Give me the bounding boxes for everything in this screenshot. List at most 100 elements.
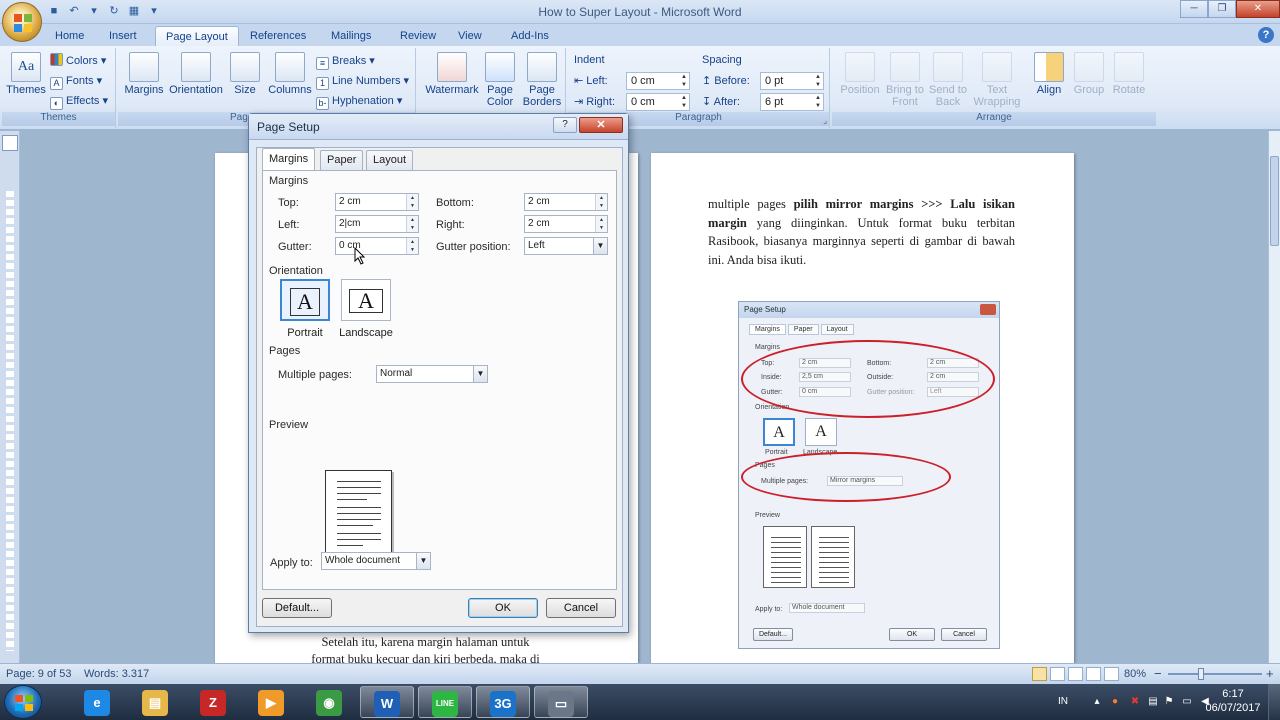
tray-expand-icon[interactable]: ▴ — [1090, 696, 1104, 708]
dialog-tab-layout[interactable]: Layout — [366, 150, 414, 170]
gutter-position-select[interactable]: Left ▼ — [524, 237, 608, 255]
effects-button[interactable]: ◐ Effects ▾ — [50, 92, 108, 110]
default-button[interactable]: Default... — [262, 598, 332, 618]
tab-page-layout[interactable]: Page Layout — [155, 26, 239, 46]
spacing-after-input[interactable]: 6 pt ▲ ▼ — [760, 93, 824, 111]
page-borders-button[interactable]: Page Borders — [522, 52, 562, 108]
tab-review[interactable]: Review — [390, 26, 446, 46]
tab-insert[interactable]: Insert — [99, 26, 147, 46]
indent-right-input[interactable]: 0 cm ▲ ▼ — [626, 93, 690, 111]
breaks-button[interactable]: ≡ Breaks ▾ — [316, 52, 375, 70]
taskbar-filezilla-button[interactable]: Z — [186, 686, 240, 718]
zoom-out-icon[interactable]: − — [1154, 666, 1162, 681]
taskbar-line-button[interactable]: LINE — [418, 686, 472, 718]
start-button[interactable] — [4, 685, 42, 719]
hyphenation-button[interactable]: b- Hyphenation ▾ — [316, 92, 402, 110]
multiple-pages-dropdown-icon[interactable]: ▼ — [473, 366, 487, 382]
spacing-before-input[interactable]: 0 pt ▲ ▼ — [760, 72, 824, 90]
send-to-back-button[interactable]: Send to Back — [926, 52, 970, 108]
avast-icon[interactable]: ● — [1108, 696, 1122, 708]
zoom-slider[interactable] — [1168, 673, 1262, 675]
apply-to-dropdown-icon[interactable]: ▼ — [416, 553, 430, 569]
ruler-toggle-button[interactable] — [2, 135, 18, 151]
align-button[interactable]: Align — [1032, 52, 1066, 96]
left-spinner-icon[interactable]: ▲ ▼ — [406, 216, 418, 232]
scrollbar-thumb[interactable] — [1270, 156, 1279, 246]
right-page-paragraph[interactable]: multiple pages pilih mirror margins >>> … — [708, 195, 1015, 269]
themes-button[interactable]: Aa Themes — [6, 52, 46, 96]
taskbar-word-button[interactable]: W — [360, 686, 414, 718]
indent-left-input[interactable]: 0 cm ▲ ▼ — [626, 72, 690, 90]
taskbar-3g-modem-button[interactable]: 3G — [476, 686, 530, 718]
zoom-level[interactable]: 80% — [1124, 668, 1146, 680]
show-desktop-button[interactable] — [1268, 684, 1280, 720]
bring-to-front-button[interactable]: Bring to Front — [882, 52, 928, 108]
portrait-label[interactable]: Portrait — [270, 327, 340, 339]
security-alert-icon[interactable]: ✖ — [1128, 696, 1142, 708]
indent-left-spinner-icon[interactable]: ▲ ▼ — [679, 73, 689, 89]
embedded-page-setup-screenshot[interactable]: Page Setup Margins Paper Layout Margins To… — [738, 301, 1000, 649]
restore-button[interactable]: ❐ — [1208, 0, 1236, 18]
taskbar-chrome-button[interactable]: ◉ — [302, 686, 356, 718]
right-margin-input[interactable]: 2 cm ▲ ▼ — [524, 215, 608, 233]
office-button[interactable] — [2, 2, 42, 42]
vertical-scrollbar[interactable] — [1268, 131, 1280, 663]
ok-button[interactable]: OK — [468, 598, 538, 618]
minimize-button[interactable]: ─ — [1180, 0, 1208, 18]
cancel-button[interactable]: Cancel — [546, 598, 616, 618]
taskbar-explorer-button[interactable]: ▤ — [128, 686, 182, 718]
page-color-button[interactable]: Page Color — [482, 52, 518, 108]
bottom-spinner-icon[interactable]: ▲ ▼ — [595, 194, 607, 210]
landscape-option[interactable]: A — [341, 279, 391, 321]
right-spinner-icon[interactable]: ▲ ▼ — [595, 216, 607, 232]
top-margin-input[interactable]: 2 cm ▲ ▼ — [335, 193, 419, 211]
dialog-close-button[interactable]: ✕ — [579, 117, 623, 133]
outline-view-icon[interactable] — [1086, 667, 1101, 681]
columns-button[interactable]: Columns — [266, 52, 314, 96]
tab-mailings[interactable]: Mailings — [321, 26, 381, 46]
landscape-label[interactable]: Landscape — [331, 327, 401, 339]
gutter-spinner-icon[interactable]: ▲ ▼ — [406, 238, 418, 254]
taskbar-ie-button[interactable]: e — [70, 686, 124, 718]
network-icon[interactable]: ▤ — [1146, 696, 1160, 708]
close-button[interactable]: ✕ — [1236, 0, 1280, 18]
zoom-slider-thumb[interactable] — [1197, 668, 1204, 680]
bottom-margin-input[interactable]: 2 cm ▲ ▼ — [524, 193, 608, 211]
indent-right-spinner-icon[interactable]: ▲ ▼ — [679, 94, 689, 110]
taskbar-media-player-button[interactable]: ▶ — [244, 686, 298, 718]
top-spinner-icon[interactable]: ▲ ▼ — [406, 194, 418, 210]
taskbar-recorder-button[interactable]: ▭ — [534, 686, 588, 718]
spacing-before-spinner-icon[interactable]: ▲ ▼ — [813, 73, 823, 89]
vertical-ruler[interactable] — [0, 131, 20, 663]
taskbar-clock[interactable]: 6:17 06/07/2017 — [1202, 687, 1264, 715]
web-layout-view-icon[interactable] — [1068, 667, 1083, 681]
page-setup-dialog[interactable]: Page Setup ? ✕ Margins Paper Layout Marg… — [248, 113, 629, 633]
margins-button[interactable]: Margins — [122, 52, 166, 96]
zoom-in-icon[interactable]: + — [1266, 666, 1274, 681]
help-icon[interactable]: ? — [1258, 27, 1274, 43]
multiple-pages-select[interactable]: Normal ▼ — [376, 365, 488, 383]
paragraph-dialog-launcher-icon[interactable]: ⌟ — [823, 116, 827, 125]
portrait-option[interactable]: A — [280, 279, 330, 321]
dialog-tab-margins[interactable]: Margins — [262, 148, 316, 170]
rotate-button[interactable]: Rotate — [1110, 52, 1148, 96]
fonts-button[interactable]: A Fonts ▾ — [50, 72, 102, 90]
tab-references[interactable]: References — [240, 26, 316, 46]
text-wrapping-button[interactable]: Text Wrapping — [968, 52, 1026, 108]
tab-view[interactable]: View — [448, 26, 492, 46]
print-layout-view-icon[interactable] — [1032, 667, 1047, 681]
tab-home[interactable]: Home — [45, 26, 94, 46]
position-button[interactable]: Position — [836, 52, 884, 96]
line-numbers-button[interactable]: 1 Line Numbers ▾ — [316, 72, 409, 90]
page-count-status[interactable]: Page: 9 of 53 — [6, 668, 71, 680]
gutter-input[interactable]: 0 cm ▲ ▼ — [335, 237, 419, 255]
dialog-tab-paper[interactable]: Paper — [320, 150, 364, 170]
tab-add-ins[interactable]: Add-Ins — [501, 26, 559, 46]
spacing-after-spinner-icon[interactable]: ▲ ▼ — [813, 94, 823, 110]
flag-icon[interactable]: ⚑ — [1162, 696, 1176, 708]
display-icon[interactable]: ▭ — [1180, 696, 1194, 708]
left-page-paragraph[interactable]: Setelah itu, karena margin halaman untuk… — [272, 633, 579, 663]
language-indicator[interactable]: IN — [1056, 696, 1070, 708]
group-button[interactable]: Group — [1070, 52, 1108, 96]
draft-view-icon[interactable] — [1104, 667, 1119, 681]
